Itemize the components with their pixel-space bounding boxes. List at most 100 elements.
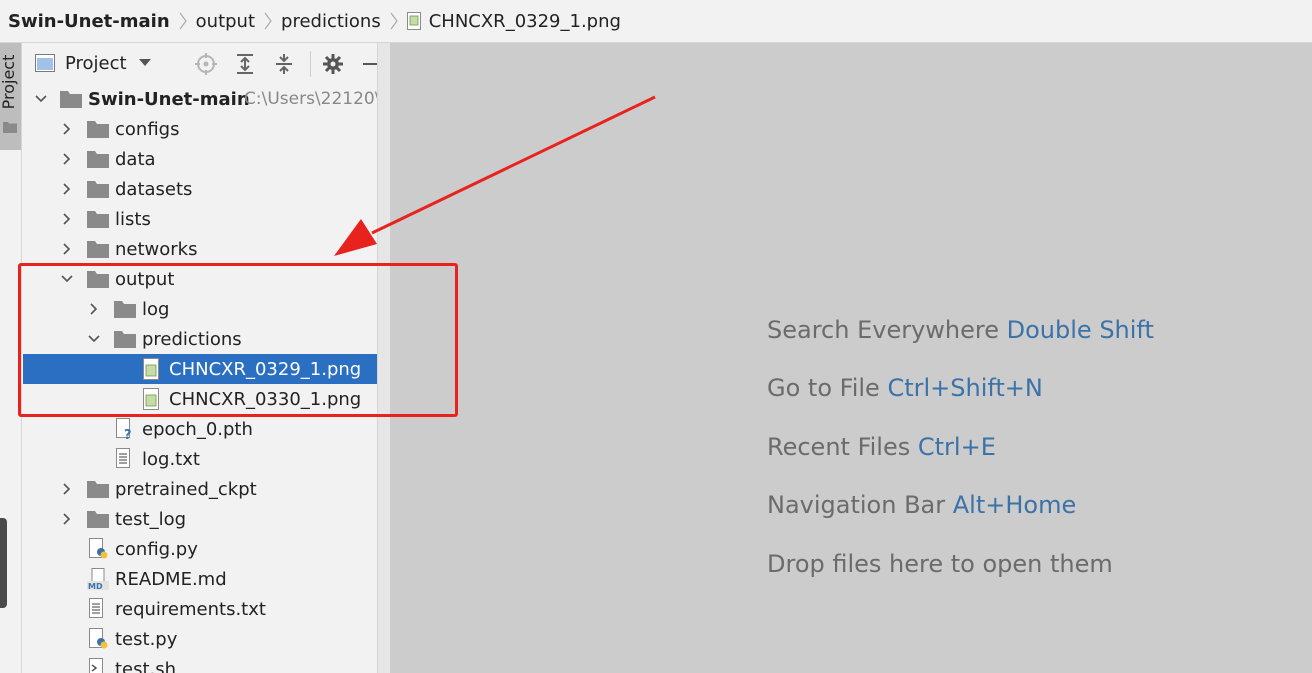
chevron-right-icon — [63, 153, 71, 165]
expand-all-icon[interactable] — [234, 53, 256, 75]
tree-item-lists[interactable]: lists — [23, 204, 391, 234]
project-tool-tab[interactable]: Project — [0, 43, 21, 150]
navigation-bar: Swin-Unet-main output predictions CHNCXR… — [0, 0, 1312, 43]
chevron-down-icon — [88, 335, 100, 343]
tree-item-datasets[interactable]: datasets — [23, 174, 391, 204]
hint-text: Drop files here to open them — [767, 550, 1113, 578]
tree-item-label: config.py — [115, 538, 198, 560]
editor-empty-area: Search Everywhere Double Shift Go to Fil… — [391, 43, 1312, 673]
hint-shortcut: Ctrl+E — [917, 433, 996, 461]
tree-item-configs[interactable]: configs — [23, 114, 391, 144]
tree-item-label: test.sh — [115, 658, 177, 673]
markdown-file-icon: MD — [87, 568, 109, 590]
tree-item-label: networks — [115, 238, 198, 260]
folder-icon — [87, 481, 109, 498]
project-panel: Project Swin-Unet-main C:\Users\22120\D … — [23, 43, 391, 673]
breadcrumb-separator-icon — [179, 12, 187, 30]
svg-text:MD: MD — [88, 582, 103, 590]
tree-item-label: data — [115, 148, 156, 170]
tree-item-label: CHNCXR_0330_1.png — [169, 388, 362, 410]
tree-item-requirements[interactable]: requirements.txt — [23, 594, 391, 624]
breadcrumb-file[interactable]: CHNCXR_0329_1.png — [406, 10, 621, 32]
hint-shortcut: Alt+Home — [952, 491, 1077, 519]
locate-icon[interactable] — [195, 53, 217, 75]
folder-icon — [87, 181, 109, 198]
tree-item-data[interactable]: data — [23, 144, 391, 174]
svg-text:?: ? — [124, 428, 132, 440]
tree-item-test-sh[interactable]: test.sh — [23, 654, 391, 673]
ide-window: Swin-Unet-main output predictions CHNCXR… — [0, 0, 1312, 673]
side-handle[interactable] — [0, 518, 7, 608]
hint-shortcut: Ctrl+Shift+N — [887, 374, 1043, 402]
collapse-all-icon[interactable] — [273, 53, 295, 75]
tree-item-label: configs — [115, 118, 180, 140]
hint-go-to-file: Go to File Ctrl+Shift+N — [767, 374, 1043, 402]
tree-item-label: epoch_0.pth — [142, 418, 253, 440]
folder-icon — [87, 511, 109, 528]
chevron-right-icon — [63, 213, 71, 225]
breadcrumb-predictions[interactable]: predictions — [281, 11, 381, 32]
tree-item-label: predictions — [142, 328, 242, 350]
shell-file-icon — [89, 658, 103, 673]
gear-icon[interactable] — [322, 53, 344, 75]
tree-item-label: test_log — [115, 508, 187, 530]
hint-shortcut: Double Shift — [1006, 316, 1154, 344]
project-tool-tab-label: Project — [0, 54, 18, 110]
tree-item-chncxr-0330[interactable]: CHNCXR_0330_1.png — [23, 384, 391, 414]
hint-navigation-bar: Navigation Bar Alt+Home — [767, 491, 1076, 519]
tree-item-output[interactable]: output — [23, 264, 391, 294]
python-file-icon — [89, 628, 108, 649]
breadcrumb-file-label: CHNCXR_0329_1.png — [428, 10, 621, 32]
tree-item-test-log[interactable]: test_log — [23, 504, 391, 534]
tree-item-log[interactable]: log — [23, 294, 391, 324]
image-file-icon — [143, 388, 159, 410]
tree-item-predictions[interactable]: predictions — [23, 324, 391, 354]
chevron-right-icon — [63, 513, 71, 525]
text-file-icon — [89, 598, 103, 618]
hint-text: Navigation Bar — [767, 491, 946, 519]
tree-item-readme[interactable]: MD README.md — [23, 564, 391, 594]
tree-item-chncxr-0329[interactable]: CHNCXR_0329_1.png — [23, 354, 391, 384]
tree-root-label: Swin-Unet-main — [88, 88, 250, 110]
tree-item-log-txt[interactable]: log.txt — [23, 444, 391, 474]
folder-icon — [87, 211, 109, 228]
hint-recent-files: Recent Files Ctrl+E — [767, 433, 996, 461]
breadcrumb-output[interactable]: output — [196, 11, 255, 32]
chevron-right-icon — [63, 123, 71, 135]
tree-item-label: lists — [115, 208, 151, 230]
tree-item-label: CHNCXR_0329_1.png — [169, 358, 362, 380]
chevron-down-icon — [61, 275, 73, 283]
panel-scrollbar[interactable] — [377, 43, 391, 673]
chevron-down-icon — [35, 95, 47, 103]
tree-item-label: requirements.txt — [115, 598, 266, 620]
hint-text: Recent Files — [767, 433, 911, 461]
breadcrumb-project[interactable]: Swin-Unet-main — [8, 11, 170, 32]
tree-item-label: output — [115, 268, 175, 290]
tree-item-config-py[interactable]: config.py — [23, 534, 391, 564]
hint-search-everywhere: Search Everywhere Double Shift — [767, 316, 1154, 344]
folder-icon — [114, 301, 136, 318]
python-file-icon — [89, 538, 108, 559]
chevron-right-icon — [63, 243, 71, 255]
folder-icon — [87, 241, 109, 258]
tree-item-epoch-pth[interactable]: ? epoch_0.pth — [23, 414, 391, 444]
hint-text: Go to File — [767, 374, 880, 402]
breadcrumb-separator-icon — [264, 12, 272, 30]
tool-window-stripe: Project — [0, 43, 22, 673]
text-file-icon — [116, 448, 130, 468]
folder-icon — [87, 151, 109, 168]
folder-icon — [60, 91, 82, 108]
tree-item-pretrained-ckpt[interactable]: pretrained_ckpt — [23, 474, 391, 504]
image-file-icon — [406, 12, 421, 30]
image-file-icon — [143, 358, 159, 380]
tree-root[interactable]: Swin-Unet-main C:\Users\22120\D — [23, 84, 391, 114]
toolbar-divider — [310, 51, 311, 77]
tree-item-test-py[interactable]: test.py — [23, 624, 391, 654]
chevron-right-icon — [63, 183, 71, 195]
tree-item-label: datasets — [115, 178, 193, 200]
chevron-down-icon — [138, 59, 151, 66]
hint-text: Search Everywhere — [767, 316, 999, 344]
view-mode-dropdown[interactable]: Project — [35, 48, 151, 78]
tree-item-label: README.md — [115, 568, 227, 590]
tree-item-networks[interactable]: networks — [23, 234, 391, 264]
